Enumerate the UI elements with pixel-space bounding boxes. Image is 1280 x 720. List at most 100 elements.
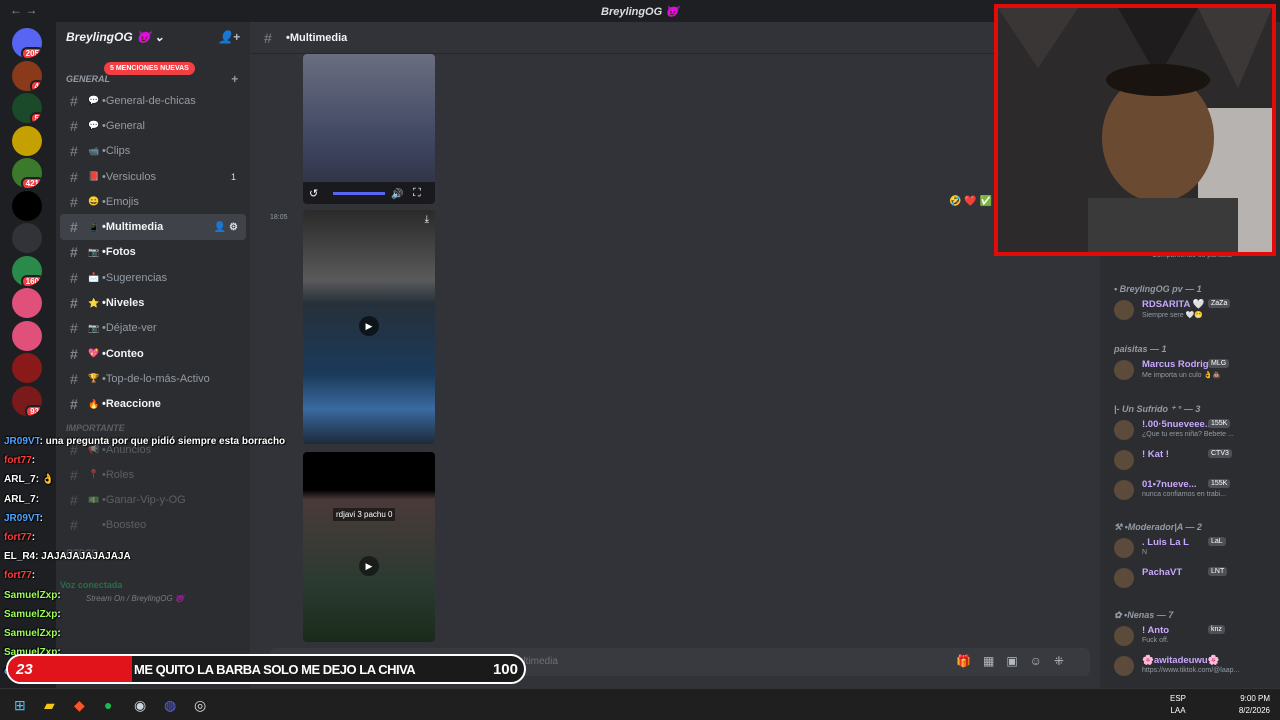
obs-icon[interactable]: ◎	[194, 697, 206, 714]
chat-message: :	[31, 455, 36, 467]
brave-icon[interactable]: ◆	[74, 697, 85, 714]
channel-item[interactable]: # 📹 •Clips	[60, 139, 246, 164]
server-list: 205 4 5 421 160 93	[0, 22, 56, 688]
member-item[interactable]: ! Anto Fuck off. knz	[1100, 622, 1280, 650]
channel-label: •General	[102, 119, 145, 132]
goal-target: 100	[492, 661, 518, 678]
channel-item[interactable]: # 📍 •Roles	[60, 462, 246, 487]
add-channel-icon[interactable]: +	[231, 72, 238, 86]
server-icon[interactable]: 93	[12, 385, 42, 416]
member-item[interactable]: PachaVT LNT	[1100, 564, 1280, 592]
avatar	[1114, 656, 1134, 676]
stream-chat-line: JR09VT: una pregunta por que pidió siemp…	[4, 436, 285, 447]
file-explorer-icon[interactable]: ▰	[44, 697, 55, 714]
channel-label: •Reaccione	[102, 398, 161, 411]
windows-start-icon[interactable]: ⊞	[14, 697, 26, 714]
chat-message: : 👌	[35, 474, 55, 486]
webcam-overlay	[994, 4, 1276, 256]
category-general[interactable]: GENERAL +	[56, 54, 250, 88]
stream-chat-line: SamuelZxp:	[4, 609, 61, 620]
channel-item[interactable]: # •Boosteo	[60, 513, 246, 538]
server-icon[interactable]: 205	[12, 28, 42, 58]
clan-tag: MLG	[1208, 359, 1230, 368]
channel-item[interactable]: # 😀 •Emojis	[60, 189, 246, 214]
clan-tag: CTV3	[1208, 449, 1232, 458]
member-item[interactable]: !.00·5nueveee... ¿Que tu eres niña? Bebet…	[1100, 416, 1280, 444]
channel-item[interactable]: # ⭐ •Niveles	[60, 290, 246, 315]
channel-item[interactable]: # 💖 •Conteo	[60, 341, 246, 366]
chat-username: fort77	[4, 532, 32, 543]
discord-icon[interactable]: ◍	[164, 697, 176, 714]
member-name: ! Anto	[1142, 625, 1170, 636]
chat-username: JR09VT	[4, 436, 40, 447]
server-icon[interactable]	[12, 353, 42, 383]
hash-icon: #	[70, 269, 78, 286]
channel-settings-icon[interactable]: 👤 ⚙	[214, 222, 238, 233]
channel-item[interactable]: # 🏆 •Top-de-lo-más-Activo	[60, 366, 246, 391]
channel-emoji-icon: 📷	[88, 246, 100, 257]
member-item[interactable]: . Luis La L N LaL	[1100, 534, 1280, 562]
channel-label: •Emojis	[102, 195, 139, 208]
channel-item[interactable]: # 📷 •Fotos	[60, 240, 246, 265]
server-icon[interactable]	[12, 190, 42, 221]
video-attachment-2[interactable]: ▶ ⤓	[303, 210, 435, 444]
channel-item[interactable]: # 💬 •General	[60, 113, 246, 138]
channel-emoji-icon: 🔥	[88, 398, 100, 409]
chat-username: JR09VT	[4, 512, 40, 524]
server-icon[interactable]: 160	[12, 255, 42, 286]
channel-item[interactable]: # 📱 •Multimedia 👤 ⚙	[60, 214, 246, 240]
play-icon[interactable]: ▶	[359, 316, 379, 336]
member-item[interactable]: ! Kat ! CTV3	[1100, 446, 1280, 474]
stream-chat-line: fort77:	[4, 570, 35, 581]
video-attachment-3[interactable]: rdjavi 3 pachu 0 ▶	[303, 452, 435, 642]
spotify-icon[interactable]: ●	[104, 697, 112, 713]
member-item[interactable]: Marcus Rodriguez Me importa un culo 👌💩 MLG	[1100, 356, 1280, 384]
steam-icon[interactable]: ◉	[134, 697, 146, 714]
download-icon[interactable]: ⤓	[425, 214, 429, 225]
guild-header[interactable]: BreylingOG 😈 ⌄ 👤+	[56, 22, 250, 54]
fullscreen-icon[interactable]: ⛶	[413, 187, 421, 200]
server-icon[interactable]: 421	[12, 158, 42, 188]
server-icon[interactable]: 4	[12, 60, 42, 91]
member-item[interactable]: 01•7nueve... nunca confiamos en trabi... 1…	[1100, 476, 1280, 504]
play-icon-2[interactable]: ▶	[359, 556, 379, 576]
channel-emoji-icon: 💬	[88, 120, 100, 131]
channel-label: •Sugerencias	[102, 271, 168, 284]
language-indicator[interactable]: ESP LAA	[1170, 693, 1186, 717]
stream-chat-line: SamuelZxp:	[4, 628, 61, 639]
channel-label: •Boosteo	[102, 519, 147, 532]
voice-channel[interactable]: Stream On / BreylingOG 😈	[86, 594, 185, 603]
replay-icon[interactable]: ↺	[309, 187, 318, 200]
reactions[interactable]: 🤣 ❤️ ✅	[949, 196, 992, 207]
member-item[interactable]: RDSARITA 🤍 Siempre sere 🤍😁 ZaZa	[1100, 296, 1280, 324]
volume-slider[interactable]	[333, 192, 385, 195]
volume-icon[interactable]: 🔊	[391, 189, 403, 200]
channel-item[interactable]: # 💵 •Ganar-Vip-y-OG	[60, 487, 246, 512]
channel-label: •Roles	[102, 468, 134, 481]
clock[interactable]: 9:00 PM 8/2/2026	[1239, 693, 1270, 717]
server-icon[interactable]: 5	[12, 93, 42, 123]
member-item[interactable]: 🌸awitadeuwu🌸 https://www.tiktok.com/@laap…	[1100, 652, 1280, 680]
category-importante[interactable]: IMPORTANTE	[56, 417, 250, 437]
input-toolbar-icons[interactable]: 🎁▦▣☺⁜	[956, 654, 1076, 668]
channel-title: •Multimedia	[286, 32, 348, 44]
invite-icon[interactable]: 👤+	[218, 30, 240, 44]
channel-emoji-icon: ⭐	[88, 297, 100, 308]
message-area: ↺ 🔊 ⛶ 🤣 ❤️ ✅ 18:05 ▶ ⤓ rdjavi 3 pachu 0 …	[250, 54, 1100, 688]
clan-tag: LNT	[1208, 567, 1228, 576]
channel-item[interactable]: # 🔥 •Reaccione	[60, 392, 246, 417]
channel-item[interactable]: # 📩 •Sugerencias	[60, 265, 246, 290]
channel-item[interactable]: # 💬 •General-de-chicas	[60, 88, 246, 113]
channel-emoji-icon: 😀	[88, 196, 100, 207]
chat-username: SamuelZxp	[4, 589, 58, 601]
server-icon[interactable]	[12, 223, 42, 253]
channel-item[interactable]: # 📕 •Versiculos 1	[60, 164, 246, 189]
server-icon[interactable]	[12, 320, 42, 351]
server-icon[interactable]	[12, 125, 42, 156]
video-attachment-1[interactable]: ↺ 🔊 ⛶	[303, 54, 435, 204]
avatar	[1114, 300, 1134, 320]
channel-item[interactable]: # 📷 •Déjate-ver	[60, 316, 246, 341]
server-icon[interactable]	[12, 288, 42, 318]
hash-icon: #	[70, 345, 78, 362]
goal-banner: 23 ME QUITO LA BARBA SOLO ME DEJO LA CHI…	[6, 654, 526, 684]
